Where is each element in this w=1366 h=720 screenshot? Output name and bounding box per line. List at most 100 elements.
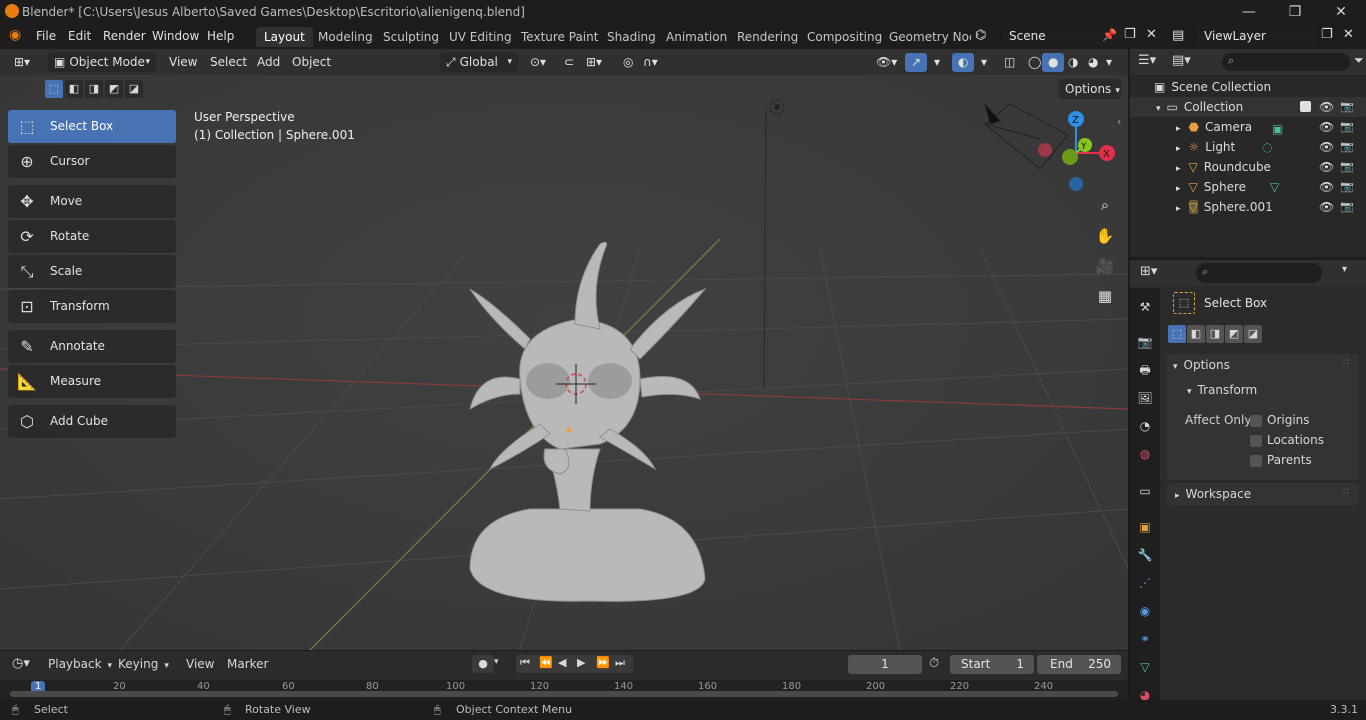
render-camera-icon[interactable]: 📷 xyxy=(1340,197,1354,217)
menu-window[interactable]: Window xyxy=(152,29,199,43)
marker-menu[interactable]: Marker xyxy=(227,657,268,671)
parents-checkbox[interactable] xyxy=(1250,455,1262,467)
select-invert-icon[interactable]: ◩ xyxy=(1225,325,1243,343)
mesh-data-icon[interactable]: ▽ xyxy=(1270,177,1279,197)
modifier-tab-icon[interactable]: 🔧 xyxy=(1136,546,1154,564)
visibility-eye-icon[interactable]: 👁 xyxy=(1319,177,1334,197)
visibility-eye-icon[interactable]: 👁 xyxy=(1319,197,1334,217)
tab-sculpting[interactable]: Sculpting xyxy=(375,27,447,47)
delete-view-layer-icon[interactable]: ✕ xyxy=(1343,27,1354,42)
jump-keyframe-forward-icon[interactable]: ⏩ xyxy=(596,656,610,669)
snap-icon[interactable]: ⊂ xyxy=(558,53,580,72)
outliner-item-light[interactable]: ▸ ☼ Light ◌ 👁 📷 xyxy=(1130,137,1366,157)
tool-tab-icon[interactable]: ⚒ xyxy=(1136,298,1154,316)
play-icon[interactable]: ▶ xyxy=(577,656,585,669)
gizmo-dropdown-icon[interactable]: ▾ xyxy=(928,53,946,72)
data-tab-icon[interactable]: ▽ xyxy=(1136,658,1154,676)
end-frame-field[interactable]: End 250 xyxy=(1037,655,1121,674)
viewport-options-button[interactable]: Options ▾ xyxy=(1059,79,1121,99)
pin-icon[interactable]: 📌 xyxy=(1102,28,1117,42)
select-extend-icon[interactable]: ◧ xyxy=(65,80,83,98)
menu-edit[interactable]: Edit xyxy=(68,29,91,43)
properties-options-icon[interactable]: ▾ xyxy=(1342,264,1347,275)
tool-move[interactable]: ✥ Move xyxy=(8,185,176,218)
light-data-icon[interactable]: ◌ xyxy=(1262,137,1272,157)
render-camera-icon[interactable]: 📷 xyxy=(1340,117,1354,137)
scene-tab-icon[interactable]: ◔ xyxy=(1136,417,1154,435)
tab-uv-editing[interactable]: UV Editing xyxy=(441,27,520,47)
mode-selector[interactable]: ▣ Object Mode ▾ xyxy=(48,53,156,72)
perspective-toggle-icon[interactable]: ▦ xyxy=(1092,283,1118,309)
tool-scale[interactable]: ⤡ Scale xyxy=(8,255,176,288)
output-tab-icon[interactable]: 🖶 xyxy=(1136,361,1154,379)
timeline-view-menu[interactable]: View xyxy=(186,657,214,671)
record-dropdown-icon[interactable]: ▾ xyxy=(494,657,499,667)
view-layer-tab-icon[interactable]: 🖼 xyxy=(1136,389,1154,407)
expand-icon[interactable]: ▸ xyxy=(1176,184,1181,194)
delete-scene-icon[interactable]: ✕ xyxy=(1146,27,1157,42)
drag-handle-icon[interactable]: ∷ xyxy=(1343,487,1349,497)
tab-animation[interactable]: Animation xyxy=(658,27,735,47)
play-reverse-icon[interactable]: ◀ xyxy=(558,656,566,669)
tool-cursor[interactable]: ⊕ Cursor xyxy=(8,145,176,178)
outliner-scene-collection[interactable]: ▣ Scene Collection xyxy=(1130,77,1366,97)
timeline-ruler[interactable]: 1 20 40 60 80 100 120 140 160 180 200 22… xyxy=(0,680,1128,700)
tool-annotate[interactable]: ✎ Annotate xyxy=(8,330,176,363)
workspace-section[interactable]: ▸ Workspace ∷ xyxy=(1167,483,1359,505)
view-layer-field[interactable]: ViewLayer xyxy=(1198,26,1316,46)
select-invert-icon[interactable]: ◩ xyxy=(105,80,123,98)
drag-handle-icon[interactable]: ∷ xyxy=(1343,358,1349,368)
render-camera-icon[interactable]: 📷 xyxy=(1340,177,1354,197)
tab-layout[interactable]: Layout xyxy=(256,27,313,47)
outliner-item-sphere-001[interactable]: ▸ ▽ Sphere.001 👁 📷 xyxy=(1130,197,1366,217)
timeline-scrollbar[interactable] xyxy=(10,691,1118,697)
render-tab-icon[interactable]: 📷 xyxy=(1136,333,1154,351)
menu-help[interactable]: Help xyxy=(207,29,234,43)
tool-rotate[interactable]: ⟳ Rotate xyxy=(8,220,176,253)
close-button[interactable]: ✕ xyxy=(1318,2,1364,22)
outliner-item-sphere[interactable]: ▸ ▽ Sphere ▽ 👁 📷 xyxy=(1130,177,1366,197)
tool-transform[interactable]: ⊡ Transform xyxy=(8,290,176,323)
menu-add[interactable]: Add xyxy=(251,53,286,72)
outliner-editor-type-icon[interactable]: ☰▾ xyxy=(1138,53,1156,68)
start-frame-field[interactable]: Start 1 xyxy=(950,655,1034,674)
timeline-editor-type-icon[interactable]: ◷▾ xyxy=(12,656,30,671)
select-subtract-icon[interactable]: ◨ xyxy=(85,80,103,98)
select-new-icon[interactable]: ⬚ xyxy=(1168,325,1186,343)
playback-menu[interactable]: Playback ▾ xyxy=(48,657,112,671)
new-scene-icon[interactable]: ❐ xyxy=(1124,27,1136,42)
jump-end-icon[interactable]: ⏭ xyxy=(615,656,625,670)
tab-compositing[interactable]: Compositing xyxy=(799,27,890,47)
current-frame-field[interactable]: 1 xyxy=(848,655,922,674)
physics-tab-icon[interactable]: ◉ xyxy=(1136,602,1154,620)
camera-view-icon[interactable]: 🎥 xyxy=(1092,253,1118,279)
tool-add-cube[interactable]: ⬡ Add Cube xyxy=(8,405,176,438)
display-mode-icon[interactable]: ▤▾ xyxy=(1172,53,1191,68)
select-subtract-icon[interactable]: ◨ xyxy=(1206,325,1224,343)
select-intersect-icon[interactable]: ◪ xyxy=(1244,325,1262,343)
stopwatch-icon[interactable]: ⏱ xyxy=(929,656,939,671)
exclude-checkbox[interactable] xyxy=(1300,101,1311,112)
visibility-icon[interactable]: 👁▾ xyxy=(870,53,903,72)
tool-measure[interactable]: 📐 Measure xyxy=(8,365,176,398)
filter-icon[interactable]: ⏷ xyxy=(1354,53,1364,68)
select-extend-icon[interactable]: ◧ xyxy=(1187,325,1205,343)
expand-icon[interactable]: ▸ xyxy=(1176,144,1181,154)
falloff-icon[interactable]: ∩▾ xyxy=(637,53,664,72)
pan-hand-icon[interactable]: ✋ xyxy=(1092,223,1118,249)
particles-tab-icon[interactable]: ⋰ xyxy=(1136,574,1154,592)
outliner-search-input[interactable]: ⌕ xyxy=(1222,53,1350,71)
constraints-tab-icon[interactable]: ⚭ xyxy=(1136,630,1154,648)
maximize-button[interactable]: ❐ xyxy=(1272,2,1318,22)
new-view-layer-icon[interactable]: ❐ xyxy=(1321,27,1333,42)
snap-target-icon[interactable]: ⊞▾ xyxy=(580,53,608,72)
visibility-eye-icon[interactable]: 👁 xyxy=(1319,97,1334,117)
expand-icon[interactable]: ▾ xyxy=(1156,104,1161,114)
transform-orientation-selector[interactable]: ⤢ Global ▾ xyxy=(440,53,518,72)
tab-geometry-nodes[interactable]: Geometry Noc xyxy=(881,27,971,47)
expand-icon[interactable]: ▸ xyxy=(1176,124,1181,134)
collection-tab-icon[interactable]: ▭ xyxy=(1136,482,1154,500)
xray-toggle-icon[interactable]: ◫ xyxy=(998,53,1021,72)
navigation-gizmo[interactable]: Z X Y xyxy=(1030,105,1126,201)
blender-menu-icon[interactable]: ◉ xyxy=(9,27,21,43)
